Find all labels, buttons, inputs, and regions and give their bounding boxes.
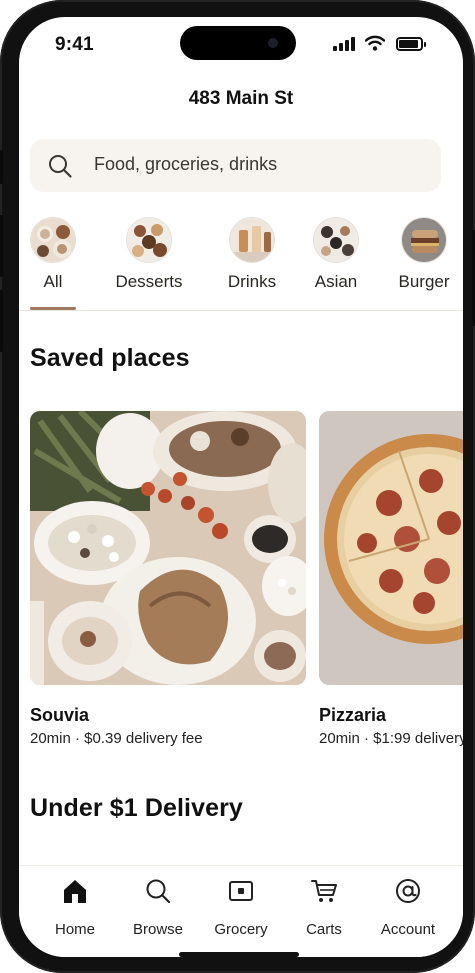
category-desserts[interactable]: Desserts (107, 217, 191, 292)
category-divider (19, 310, 463, 311)
bottom-nav: Home Browse Grocery Carts Account (19, 865, 463, 957)
account-icon (396, 879, 420, 903)
search-placeholder: Food, groceries, drinks (94, 154, 278, 174)
category-label: Asian (314, 272, 358, 291)
category-all-image (30, 217, 76, 263)
search-icon (146, 879, 171, 904)
battery-icon (396, 37, 426, 51)
nav-label: Browse (132, 921, 184, 938)
souvia-image[interactable] (30, 411, 306, 685)
search-icon (49, 155, 72, 178)
nav-label: Grocery (214, 921, 268, 938)
cart-icon (311, 880, 337, 902)
category-bar: All Desserts Drinks Asian Burger (19, 217, 463, 312)
category-burger-image (401, 217, 447, 263)
category-label: Desserts (115, 272, 183, 291)
category-asian-image (313, 217, 359, 263)
volume-down-button (0, 290, 3, 352)
home-indicator[interactable] (179, 952, 299, 957)
nav-carts[interactable]: Carts (284, 876, 364, 938)
cellular-signal-icon (333, 37, 355, 51)
nav-account[interactable]: Account (368, 876, 448, 938)
category-burger[interactable]: Burger (393, 217, 455, 292)
category-all[interactable]: All (30, 217, 76, 292)
saved-place-meta: 20min · $1:99 delivery fee (319, 730, 463, 747)
category-desserts-image (126, 217, 172, 263)
status-bar: 9:41 (19, 17, 463, 71)
under-1-delivery-title: Under $1 Delivery (30, 794, 243, 822)
category-asian[interactable]: Asian (310, 217, 362, 292)
category-label: Burger (398, 272, 450, 291)
app-screen: 9:41 483 Main St Food, groceries, drinks (19, 17, 463, 957)
category-drinks-image (229, 217, 275, 263)
saved-place-name[interactable]: Pizzaria (319, 705, 386, 726)
category-drinks[interactable]: Drinks (222, 217, 282, 292)
nav-grocery[interactable]: Grocery (201, 876, 281, 938)
nav-label: Home (54, 921, 95, 938)
category-label: All (43, 272, 63, 291)
nav-label: Carts (306, 921, 342, 938)
nav-label: Account (380, 921, 436, 938)
saved-place-meta: 20min · $0.39 delivery fee (30, 730, 203, 747)
status-time: 9:41 (55, 34, 94, 55)
phone-frame: 9:41 483 Main St Food, groceries, drinks (0, 0, 475, 973)
delivery-address[interactable]: 483 Main St (19, 88, 463, 110)
category-label: Drinks (227, 272, 277, 291)
grocery-icon (229, 881, 253, 901)
saved-place-name[interactable]: Souvia (30, 705, 89, 726)
wifi-icon (365, 35, 385, 51)
pizzaria-image[interactable] (319, 411, 463, 685)
nav-browse[interactable]: Browse (118, 876, 198, 938)
nav-home[interactable]: Home (35, 876, 115, 938)
saved-places-title: Saved places (30, 344, 190, 372)
dynamic-island (180, 26, 296, 60)
home-icon (64, 880, 86, 903)
action-button (0, 150, 3, 184)
search-bar[interactable]: Food, groceries, drinks (30, 139, 441, 192)
volume-up-button (0, 215, 3, 277)
